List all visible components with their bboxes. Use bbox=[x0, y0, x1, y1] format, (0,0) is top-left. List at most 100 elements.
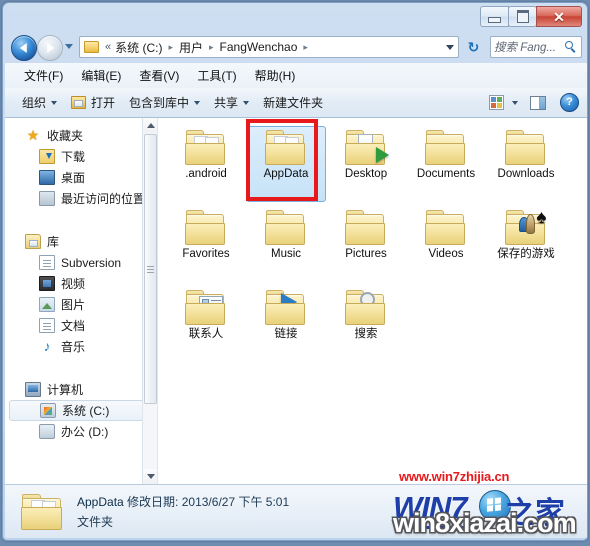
breadcrumb-chevron-icon[interactable]: ▸ bbox=[168, 42, 173, 53]
sidebar-item-videos[interactable]: 视频 bbox=[5, 273, 157, 294]
sidebar-item-downloads[interactable]: 下载 bbox=[5, 146, 157, 167]
scroll-down-button[interactable] bbox=[143, 469, 157, 484]
sidebar-item-favorites[interactable]: ★ 收藏夹 bbox=[5, 125, 157, 146]
file-item[interactable]: Desktop bbox=[326, 126, 406, 202]
file-item[interactable]: ♠ 保存的游戏 bbox=[486, 206, 566, 282]
sidebar-item-label: 下载 bbox=[61, 150, 86, 164]
picture-icon bbox=[39, 297, 55, 312]
folder-icon bbox=[424, 210, 468, 245]
share-button[interactable]: 共享 bbox=[207, 91, 256, 114]
view-dropdown-icon[interactable] bbox=[512, 100, 518, 105]
sidebar-item-music[interactable]: ♪ 音乐 bbox=[5, 336, 157, 357]
folder-icon bbox=[264, 290, 308, 325]
sidebar-scrollbar[interactable] bbox=[142, 118, 157, 484]
file-list-pane[interactable]: .android AppData Desktop Documents Downl… bbox=[158, 118, 587, 484]
sidebar-item-pictures[interactable]: 图片 bbox=[5, 294, 157, 315]
sidebar-item-label: Subversion bbox=[61, 255, 122, 270]
file-item-label: Downloads bbox=[497, 168, 555, 180]
sidebar-item-desktop[interactable]: 桌面 bbox=[5, 167, 157, 188]
view-icon[interactable] bbox=[489, 95, 504, 110]
file-item-label: 链接 bbox=[274, 328, 298, 340]
sidebar-item-office-drive[interactable]: 办公 (D:) bbox=[5, 421, 157, 442]
file-item-label: 搜索 bbox=[354, 328, 378, 340]
library-icon bbox=[25, 234, 41, 249]
details-type: 文件夹 bbox=[77, 515, 114, 529]
sidebar-item-label: 最近访问的位置 bbox=[61, 192, 146, 206]
watermark-url-red: www.win7zhijia.cn bbox=[399, 469, 510, 484]
help-button[interactable]: ? bbox=[560, 93, 579, 112]
nav-group-libraries: 库 Subversion 视频 图片 文档 ♪ 音乐 bbox=[5, 231, 157, 357]
sidebar-item-recent-places[interactable]: 最近访问的位置 bbox=[5, 188, 157, 209]
breadcrumb-overflow[interactable]: « bbox=[105, 41, 111, 53]
sidebar-item-documents[interactable]: 文档 bbox=[5, 315, 157, 336]
chevron-down-icon bbox=[445, 44, 454, 50]
preview-pane-icon[interactable] bbox=[530, 95, 546, 110]
sidebar-item-label: 办公 (D:) bbox=[61, 425, 109, 439]
close-icon: ✕ bbox=[553, 8, 565, 25]
folder-icon bbox=[344, 290, 388, 325]
minimize-icon bbox=[488, 17, 501, 23]
folder-icon bbox=[344, 130, 389, 165]
sidebar-item-label: 桌面 bbox=[61, 171, 86, 185]
file-grid: .android AppData Desktop Documents Downl… bbox=[166, 126, 587, 366]
close-button[interactable]: ✕ bbox=[536, 6, 582, 27]
breadcrumb-item-drive[interactable]: 系统 (C:) bbox=[114, 39, 163, 56]
file-item[interactable]: 联系人 bbox=[166, 286, 246, 362]
menu-help[interactable]: 帮助(H) bbox=[246, 65, 305, 86]
menu-file[interactable]: 文件(F) bbox=[15, 65, 72, 86]
breadcrumb-chevron-icon[interactable]: ▸ bbox=[209, 42, 214, 53]
open-button[interactable]: 打开 bbox=[64, 91, 122, 114]
file-item[interactable]: Downloads bbox=[486, 126, 566, 202]
file-item-label: Desktop bbox=[344, 168, 388, 180]
scrollbar-thumb[interactable] bbox=[144, 134, 157, 404]
folder-icon: ♠ bbox=[504, 208, 548, 245]
sidebar-item-computer[interactable]: 计算机 bbox=[5, 379, 157, 400]
back-button[interactable] bbox=[11, 35, 37, 61]
recent-places-icon bbox=[39, 191, 55, 206]
history-dropdown-icon[interactable] bbox=[65, 44, 73, 49]
include-in-library-button[interactable]: 包含到库中 bbox=[122, 91, 207, 114]
music-icon: ♪ bbox=[43, 338, 51, 354]
explorer-window: ✕ « 系统 (C:) ▸ 用户 ▸ FangWenchao ▸ ↻ 搜索 Fa… bbox=[2, 2, 588, 541]
forward-button[interactable] bbox=[37, 35, 63, 61]
breadcrumb-chevron-icon[interactable]: ▸ bbox=[303, 42, 308, 53]
file-item[interactable]: Favorites bbox=[166, 206, 246, 282]
star-icon: ★ bbox=[26, 127, 40, 143]
refresh-button[interactable]: ↻ bbox=[463, 37, 484, 57]
minimize-button[interactable] bbox=[480, 6, 509, 27]
file-item[interactable]: Videos bbox=[406, 206, 486, 282]
file-item[interactable]: 搜索 bbox=[326, 286, 406, 362]
details-text: AppData 修改日期: 2013/6/27 下午 5:01 文件夹 bbox=[77, 493, 289, 530]
windows-drive-icon bbox=[40, 403, 56, 418]
file-item[interactable]: 链接 bbox=[246, 286, 326, 362]
new-folder-button[interactable]: 新建文件夹 bbox=[256, 91, 330, 114]
file-item[interactable]: .android bbox=[166, 126, 246, 202]
sidebar-item-system-drive[interactable]: 系统 (C:) bbox=[9, 400, 151, 421]
breadcrumb-item-users[interactable]: 用户 bbox=[178, 39, 204, 56]
search-box[interactable]: 搜索 Fang... bbox=[490, 36, 582, 58]
file-item[interactable]: Pictures bbox=[326, 206, 406, 282]
watermark-url-outlined: win8xiazai.com bbox=[393, 508, 577, 538]
menu-tools[interactable]: 工具(T) bbox=[188, 65, 245, 86]
breadcrumb-item-user[interactable]: FangWenchao bbox=[219, 40, 299, 54]
file-item-label: 联系人 bbox=[188, 328, 224, 340]
document-icon bbox=[39, 318, 55, 333]
chevron-up-icon bbox=[146, 123, 155, 128]
file-item[interactable]: Documents bbox=[406, 126, 486, 202]
sidebar-item-libraries[interactable]: 库 bbox=[5, 231, 157, 252]
organize-button[interactable]: 组织 bbox=[15, 91, 64, 114]
scroll-up-button[interactable] bbox=[143, 118, 157, 133]
file-item[interactable]: Music bbox=[246, 206, 326, 282]
chevron-down-icon bbox=[194, 100, 201, 105]
breadcrumb: « 系统 (C:) ▸ 用户 ▸ FangWenchao ▸ bbox=[99, 39, 313, 56]
breadcrumb-bar[interactable]: « 系统 (C:) ▸ 用户 ▸ FangWenchao ▸ bbox=[79, 36, 459, 58]
search-input[interactable]: 搜索 Fang... bbox=[494, 39, 565, 55]
maximize-button[interactable] bbox=[508, 6, 537, 27]
computer-icon bbox=[25, 382, 41, 397]
sidebar-item-subversion[interactable]: Subversion bbox=[5, 252, 157, 273]
menu-edit[interactable]: 编辑(E) bbox=[72, 65, 130, 86]
menu-view[interactable]: 查看(V) bbox=[130, 65, 188, 86]
address-dropdown-button[interactable] bbox=[441, 37, 458, 57]
